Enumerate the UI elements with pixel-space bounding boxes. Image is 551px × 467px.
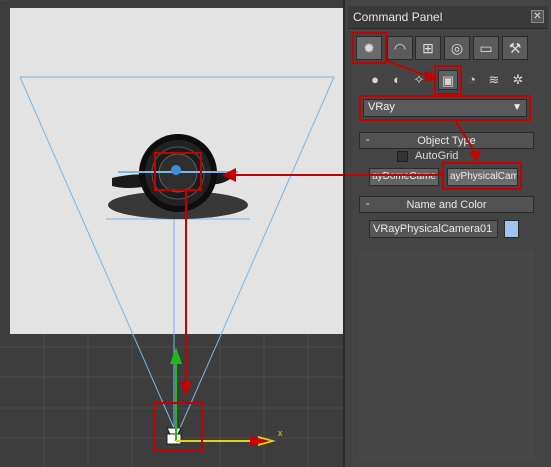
viewport-grid: [0, 0, 343, 467]
viewport-overlay: x: [0, 0, 343, 467]
x-axis-label: x: [278, 428, 283, 438]
command-panel: Command Panel ✕ ✹ ◠ ⊞ ◎ ▭ ⚒ ● ◐ ✧ ▣ ◔ ≋ …: [343, 0, 551, 467]
perspective-viewport[interactable]: x: [0, 0, 343, 467]
panel-annotations: [345, 32, 531, 190]
